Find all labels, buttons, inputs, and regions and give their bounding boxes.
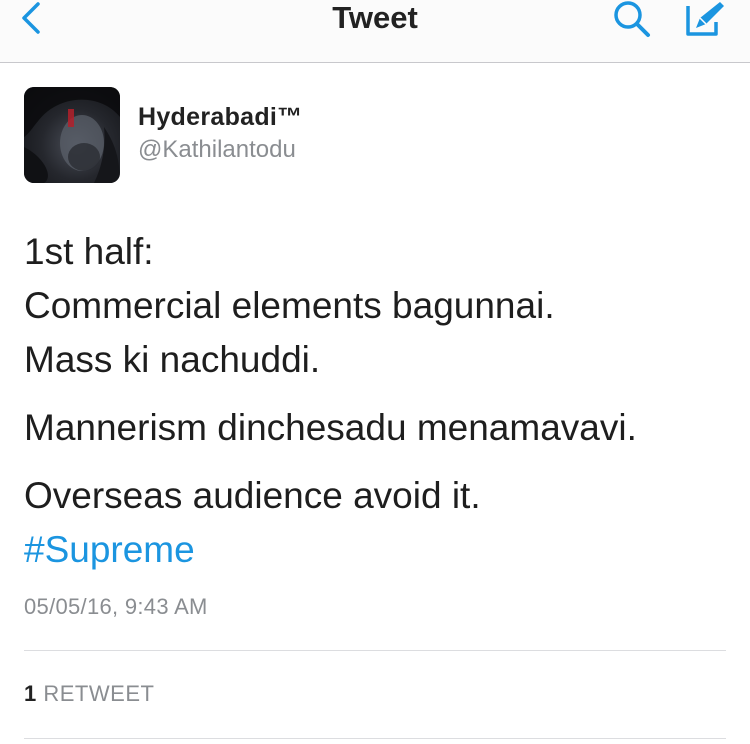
avatar[interactable]	[24, 87, 120, 183]
navigation-bar: Tweet	[0, 0, 750, 63]
compose-button[interactable]	[680, 0, 730, 40]
tweet-detail: Hyderabadi™ @Kathilantodu 1st half: Comm…	[0, 63, 750, 744]
divider	[24, 738, 726, 739]
compose-icon	[686, 2, 724, 36]
tweet-line: Mannerism dinchesadu menamavavi.	[24, 407, 637, 448]
hashtag-link[interactable]: #Supreme	[24, 523, 724, 577]
tweet-text: 1st half: Commercial elements bagunnai. …	[24, 225, 724, 577]
retweet-count: 1	[24, 681, 37, 706]
tweet-line: Commercial elements bagunnai.	[24, 285, 555, 326]
avatar-photo	[24, 87, 120, 183]
tweet-line: Mass ki nachuddi.	[24, 339, 321, 380]
tweet-line: Overseas audience avoid it.	[24, 475, 481, 516]
tweet-line: 1st half:	[24, 231, 154, 272]
tweet-timestamp: 05/05/16, 9:43 AM	[24, 594, 208, 619]
search-button[interactable]	[608, 0, 660, 40]
author-handle[interactable]: @Kathilantodu	[138, 136, 296, 164]
retweet-count-link[interactable]: 1 RETWEET	[24, 681, 154, 707]
search-icon	[614, 1, 650, 37]
retweet-label: RETWEET	[43, 681, 155, 706]
author-display-name[interactable]: Hyderabadi™	[138, 103, 302, 132]
divider	[24, 650, 726, 651]
